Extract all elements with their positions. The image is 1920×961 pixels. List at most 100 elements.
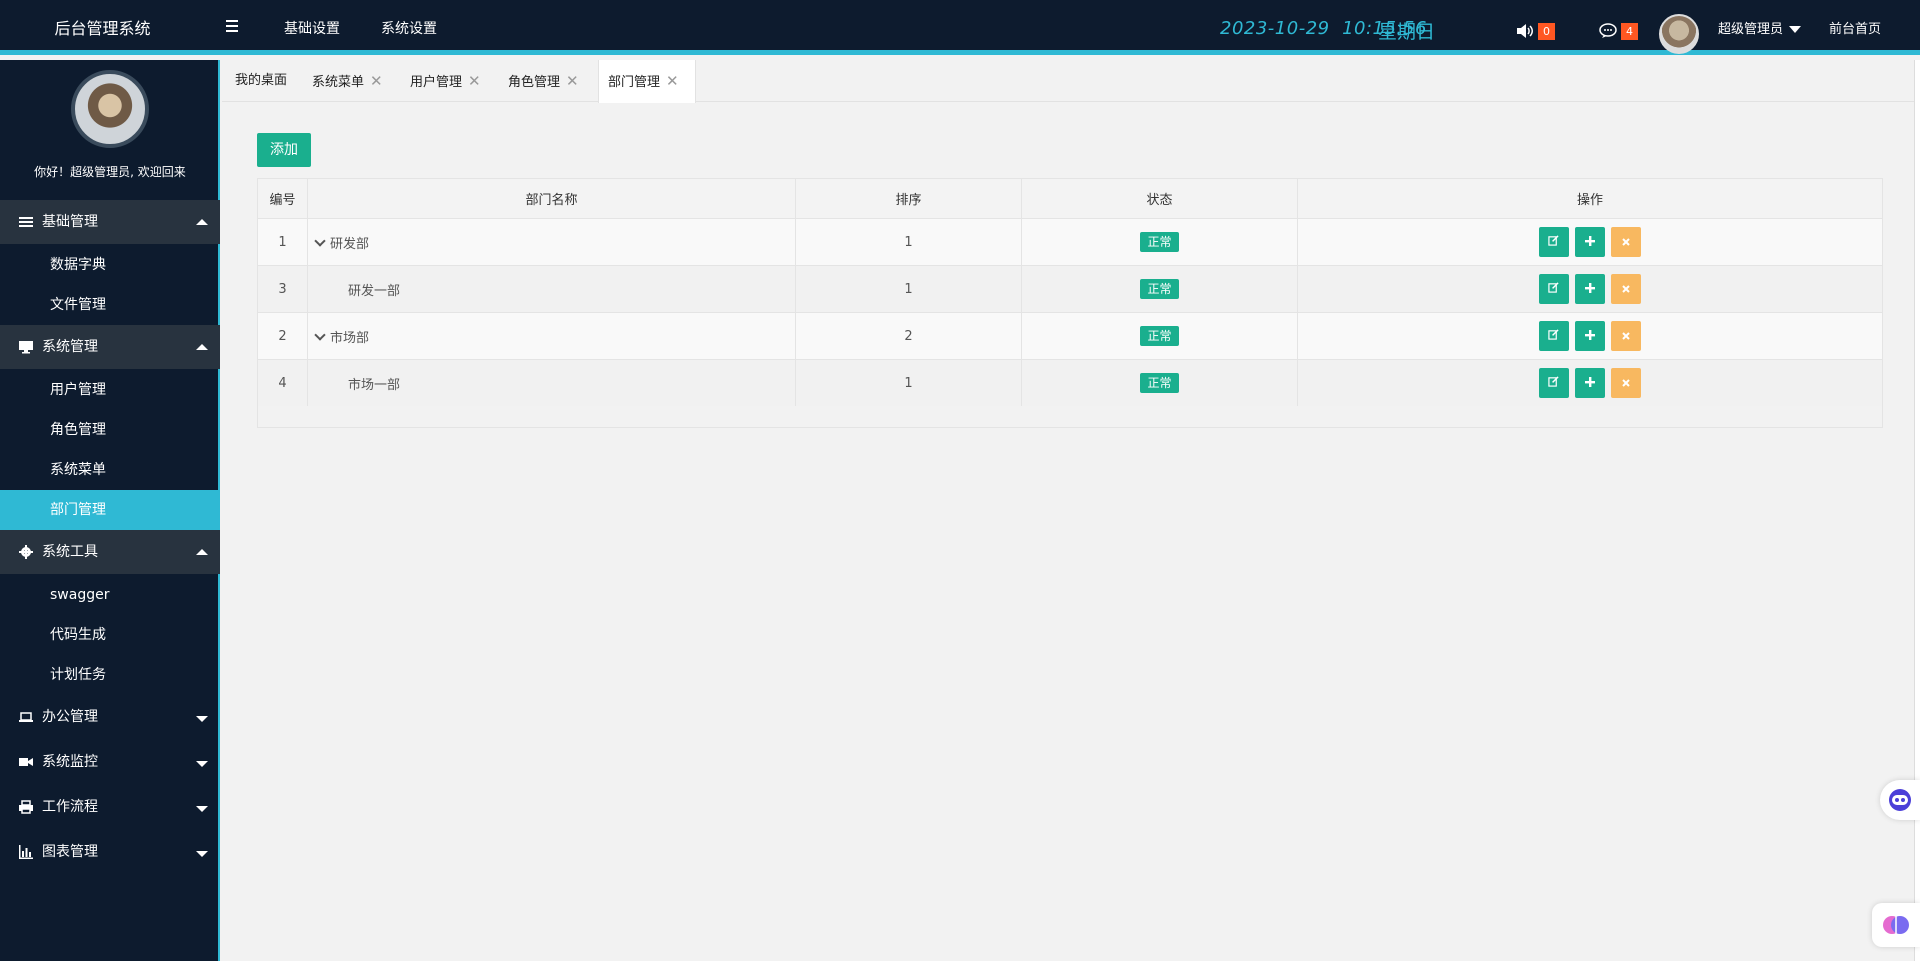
sidebar-group-monitor[interactable]: 系统监控 (0, 740, 220, 784)
cell-sort: 1 (795, 265, 1022, 313)
close-icon[interactable]: ✕ (666, 60, 679, 102)
cell-name: 研发部 (307, 218, 796, 266)
edit-button[interactable] (1538, 274, 1569, 304)
monitor-icon (19, 341, 33, 354)
table-row: 3 研发一部 1 正常 (257, 265, 1883, 313)
department-table: 编号 部门名称 排序 状态 操作 1 研发部 1 正常 3 研发一部 1 正常 (257, 178, 1883, 407)
brain-icon (1883, 916, 1909, 934)
sidebar-item-departments[interactable]: 部门管理 (0, 490, 220, 530)
tab-user-management[interactable]: 用户管理 ✕ (397, 60, 481, 102)
sidebar-group-tools[interactable]: 系统工具 (0, 530, 220, 574)
chat-icon (1599, 23, 1617, 38)
sidebar-item-swagger[interactable]: swagger (0, 575, 220, 615)
sidebar-item-scheduler[interactable]: 计划任务 (0, 655, 220, 695)
sidebar-group-system[interactable]: 系统管理 (0, 325, 220, 369)
nav-basic-settings[interactable]: 基础设置 (284, 0, 340, 55)
sidebar-group-charts[interactable]: 图表管理 (0, 830, 220, 874)
printer-icon (19, 800, 33, 814)
edit-icon (1548, 282, 1559, 293)
sidebar-group-basic[interactable]: 基础管理 (0, 200, 220, 244)
tab-system-menu[interactable]: 系统菜单 ✕ (299, 60, 383, 102)
expand-arrow-icon (196, 761, 208, 767)
cell-status: 正常 (1021, 265, 1298, 313)
collapse-arrow-icon (196, 344, 208, 350)
notice-button[interactable]: 0 (1516, 20, 1555, 42)
video-icon (19, 758, 33, 766)
add-child-button[interactable] (1575, 227, 1605, 257)
add-department-button[interactable]: 添加 (257, 133, 311, 167)
cell-actions (1297, 218, 1883, 266)
dept-name: 研发一部 (348, 283, 401, 299)
ai-brain-button[interactable] (1872, 903, 1920, 947)
edit-button[interactable] (1538, 368, 1569, 398)
cell-id: 1 (257, 218, 308, 266)
cell-actions (1297, 359, 1883, 407)
cell-name: 研发一部 (307, 265, 796, 313)
add-child-button[interactable] (1575, 368, 1605, 398)
user-avatar[interactable] (1659, 14, 1699, 54)
front-page-link[interactable]: 前台首页 (1829, 0, 1881, 60)
plus-icon (1585, 283, 1595, 293)
sidebar-group-label: 图表管理 (42, 844, 98, 860)
close-icon[interactable]: ✕ (468, 60, 481, 102)
dept-name: 市场部 (330, 330, 370, 346)
edit-button[interactable] (1538, 227, 1569, 257)
sidebar-item-files[interactable]: 文件管理 (0, 285, 220, 325)
cell-id: 3 (257, 265, 308, 313)
plus-icon (1585, 377, 1595, 387)
cell-id: 4 (257, 359, 308, 407)
status-badge: 正常 (1140, 326, 1179, 346)
tab-role-management[interactable]: 角色管理 ✕ (495, 60, 579, 102)
sidebar-group-label: 办公管理 (42, 709, 98, 725)
message-button[interactable]: 4 (1599, 20, 1638, 42)
edit-button[interactable] (1538, 321, 1569, 351)
status-badge: 正常 (1140, 232, 1179, 252)
table-row: 1 研发部 1 正常 (257, 218, 1883, 266)
delete-button[interactable] (1611, 321, 1642, 351)
close-icon[interactable]: ✕ (370, 60, 383, 102)
profile-avatar (71, 70, 149, 148)
tab-desktop[interactable]: 我的桌面 (222, 60, 287, 102)
edit-icon (1548, 329, 1559, 340)
column-header-status: 状态 (1021, 178, 1298, 219)
nav-system-settings[interactable]: 系统设置 (381, 0, 437, 55)
sidebar-group-label: 系统工具 (42, 544, 98, 560)
dept-name: 市场一部 (348, 377, 401, 393)
tab-label: 我的桌面 (235, 73, 288, 88)
add-child-button[interactable] (1575, 321, 1605, 351)
delete-button[interactable] (1611, 274, 1642, 304)
chevron-down-icon[interactable] (314, 328, 326, 341)
tab-department-management[interactable]: 部门管理 ✕ (598, 60, 696, 103)
expand-arrow-icon (196, 716, 208, 722)
close-icon (1622, 332, 1630, 340)
sidebar-item-users[interactable]: 用户管理 (0, 370, 220, 410)
menu-toggle-icon[interactable] (222, 20, 238, 36)
cell-sort: 1 (795, 359, 1022, 407)
close-icon[interactable]: ✕ (566, 60, 579, 102)
gear-icon (19, 545, 33, 559)
bar-chart-icon (19, 845, 33, 859)
sidebar-group-workflow[interactable]: 工作流程 (0, 785, 220, 829)
cell-sort: 1 (795, 218, 1022, 266)
collapse-arrow-icon (196, 549, 208, 555)
status-badge: 正常 (1140, 373, 1179, 393)
cell-name: 市场部 (307, 312, 796, 360)
sidebar-item-menus[interactable]: 系统菜单 (0, 450, 220, 490)
user-menu[interactable]: 超级管理员 (1718, 0, 1802, 60)
list-icon (19, 217, 33, 227)
table-row: 4 市场一部 1 正常 (257, 359, 1883, 407)
chevron-down-icon[interactable] (314, 234, 326, 247)
sidebar-item-dict[interactable]: 数据字典 (0, 245, 220, 285)
sidebar-group-office[interactable]: 办公管理 (0, 695, 220, 739)
assistant-bot-button[interactable] (1880, 780, 1920, 820)
sidebar-item-codegen[interactable]: 代码生成 (0, 615, 220, 655)
delete-button[interactable] (1611, 368, 1642, 398)
user-name-label: 超级管理员 (1718, 22, 1784, 37)
sidebar-item-roles[interactable]: 角色管理 (0, 410, 220, 450)
column-header-sort: 排序 (795, 178, 1022, 219)
add-child-button[interactable] (1575, 274, 1605, 304)
table-footer (257, 406, 1883, 428)
tab-label: 部门管理 (608, 75, 661, 90)
delete-button[interactable] (1611, 227, 1642, 257)
edit-icon (1548, 376, 1559, 387)
